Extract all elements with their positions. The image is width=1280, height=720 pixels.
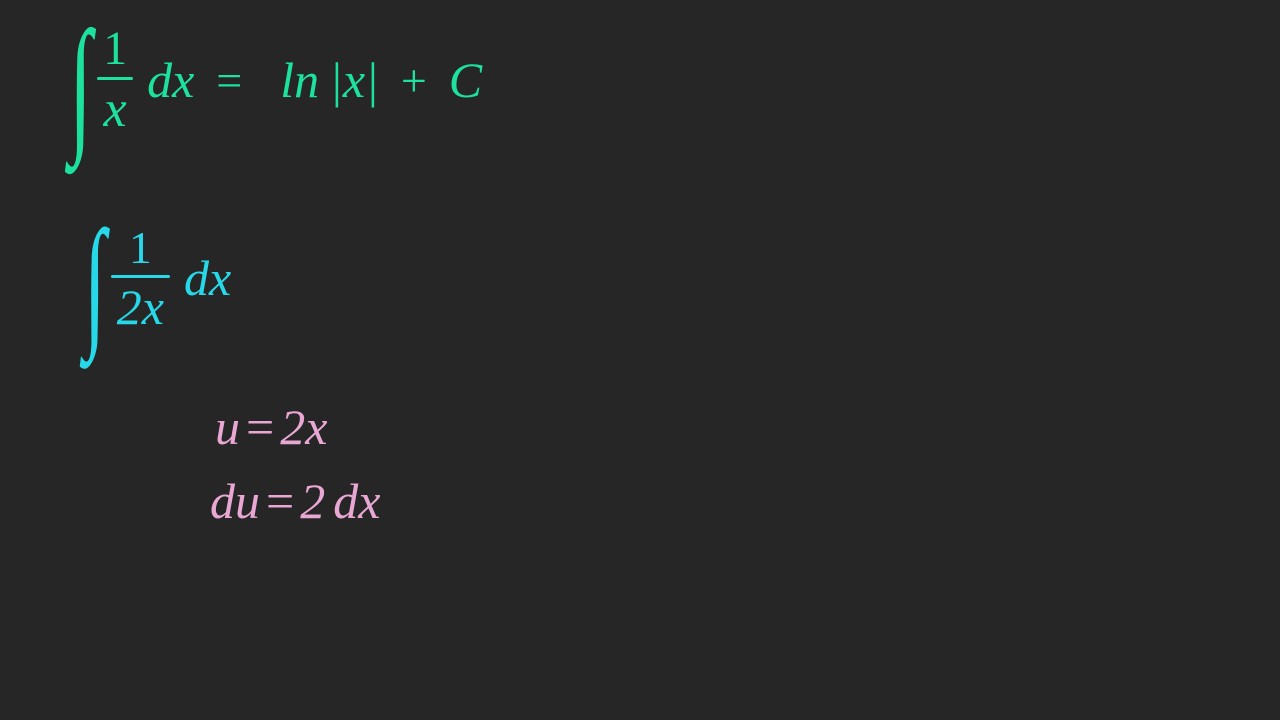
integral-sign-icon: ∫ — [84, 224, 106, 340]
fraction-bar — [97, 77, 133, 80]
equals-sign: = — [216, 54, 242, 107]
equals-sign: = — [266, 472, 294, 530]
numerator: 1 — [123, 225, 158, 271]
integral-sign-icon: ∫ — [69, 24, 92, 144]
equation-integral-one-over-2x: ∫ 1 2x dx — [75, 220, 239, 336]
rhs-dx: dx — [333, 472, 380, 530]
ln-text: ln — [280, 51, 319, 109]
rhs-2: 2 — [300, 472, 325, 530]
lhs-du: du — [210, 472, 260, 530]
fraction-bar — [111, 275, 170, 278]
substitution-u: u = 2x — [215, 398, 327, 456]
constant-c: C — [449, 51, 482, 109]
equals-sign: = — [246, 398, 274, 456]
plus-sign: + — [401, 54, 427, 107]
substitution-du: du = 2 dx — [210, 472, 380, 530]
lhs-u: u — [215, 398, 240, 456]
denominator: 2x — [111, 282, 170, 332]
fraction-one-over-x: 1 x — [97, 25, 133, 136]
rhs-2x: 2x — [280, 398, 327, 456]
denominator: x — [98, 84, 133, 136]
differential-dx: dx — [147, 51, 194, 109]
fraction-one-over-2x: 1 2x — [111, 225, 170, 332]
differential-dx: dx — [184, 249, 231, 307]
numerator: 1 — [97, 25, 133, 73]
abs-x: |x| — [329, 51, 379, 109]
equation-integral-ln: ∫ 1 x dx = ln |x| + C — [60, 20, 490, 140]
